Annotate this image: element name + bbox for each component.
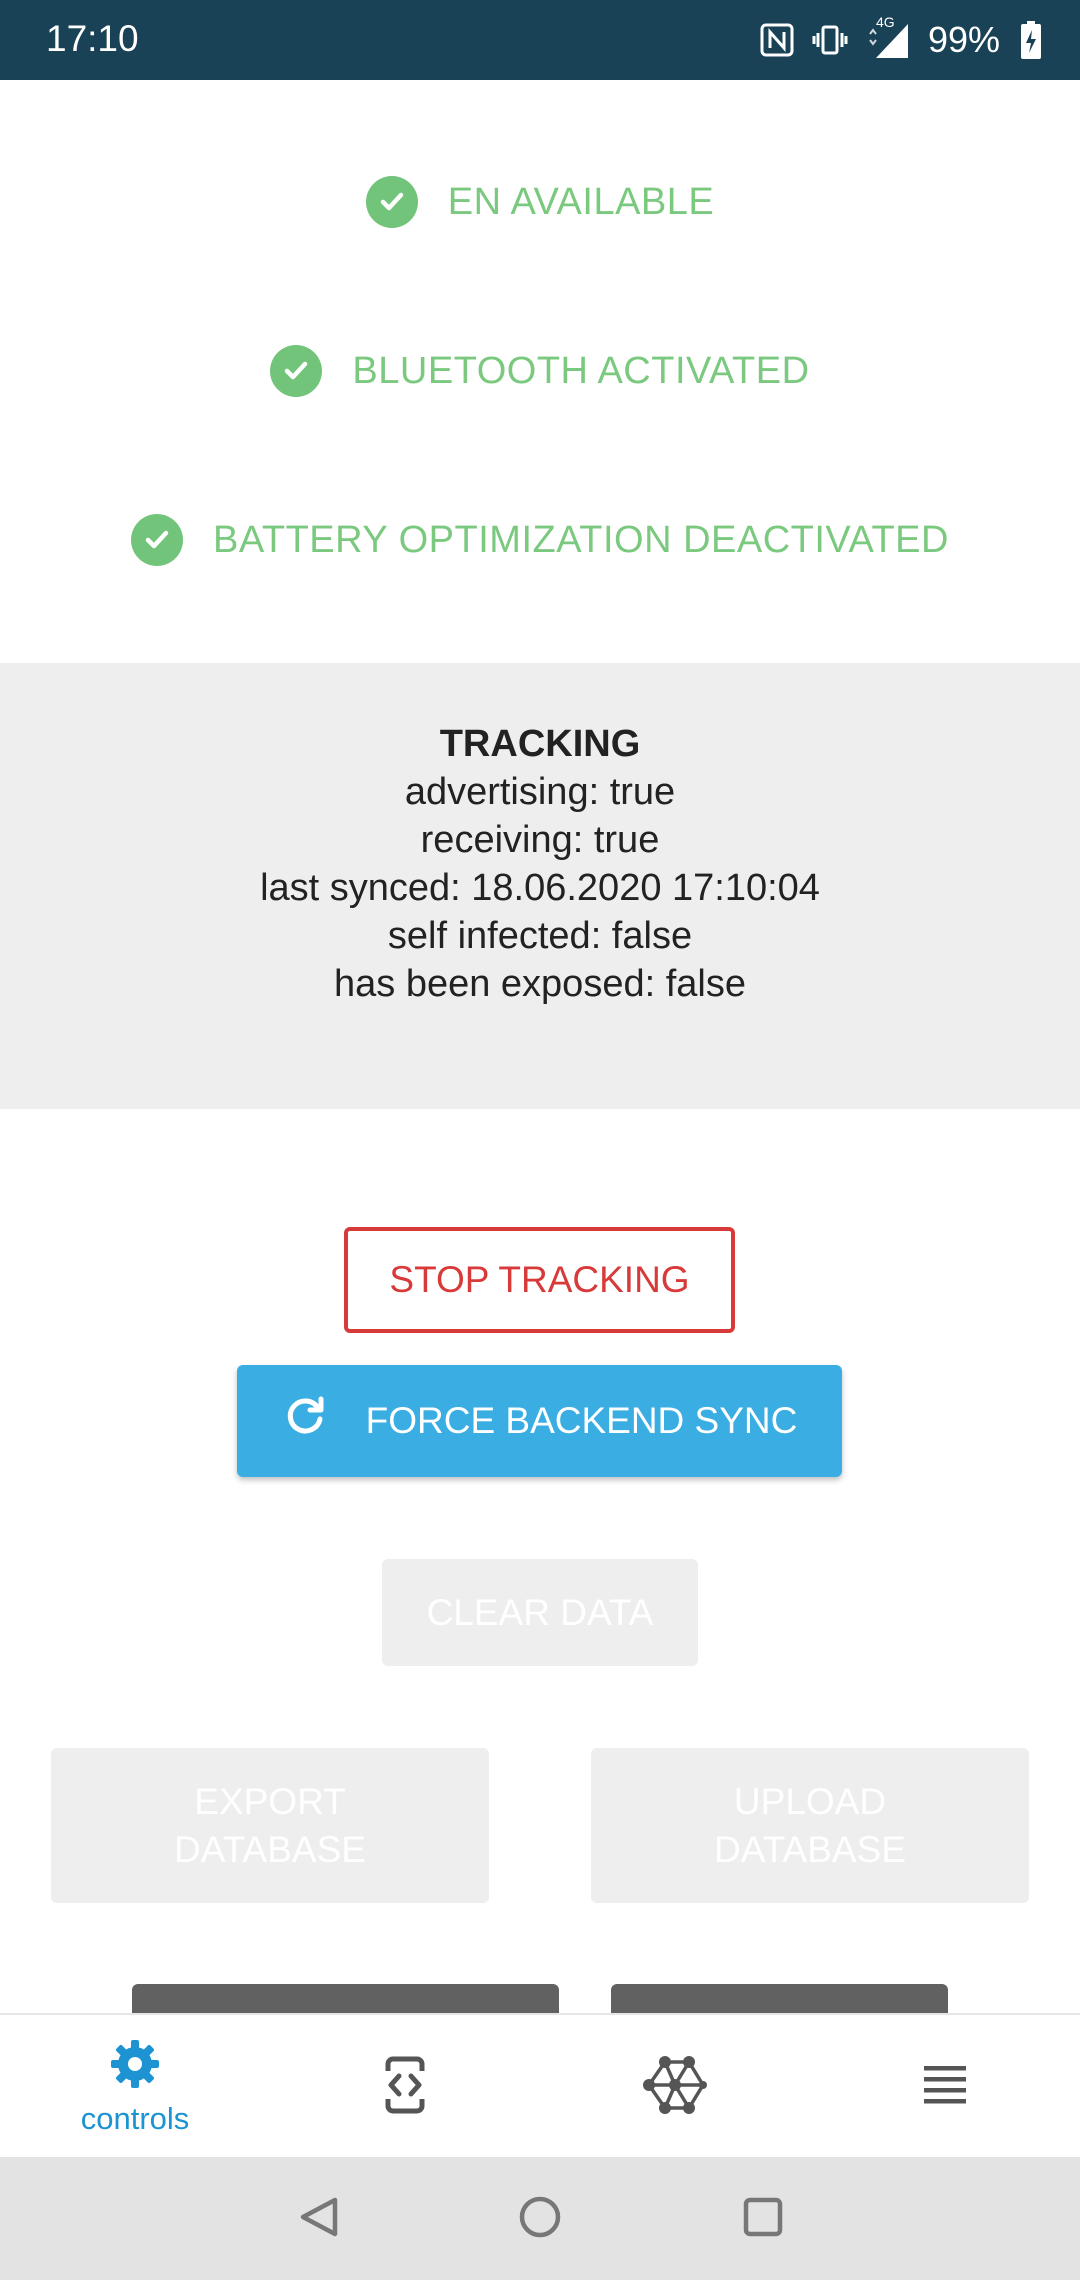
stop-tracking-button[interactable]: STOP TRACKING	[344, 1227, 735, 1333]
receiving-status: receiving: true	[420, 819, 660, 861]
nav-label-controls: controls	[80, 2100, 190, 2136]
code-brackets-icon	[383, 2056, 427, 2119]
export-database-label: EXPORT DATABASE	[174, 1778, 366, 1874]
recents-square-icon	[740, 2194, 786, 2245]
stop-tracking-label: STOP TRACKING	[389, 1259, 690, 1300]
nav-item-code[interactable]	[270, 2015, 540, 2159]
gear-icon	[109, 2038, 161, 2095]
back-button[interactable]	[286, 2187, 350, 2251]
home-button[interactable]	[508, 2187, 572, 2251]
back-triangle-icon	[295, 2194, 341, 2245]
checkmark-icon	[365, 176, 418, 228]
partial-button-right[interactable]	[611, 1984, 948, 2014]
home-circle-icon	[517, 2194, 563, 2245]
status-time: 17:10	[46, 18, 139, 59]
check-bluetooth-activated: BLUETOOTH ACTIVATED	[0, 341, 1080, 401]
network-icon	[643, 2055, 707, 2119]
force-backend-sync-button[interactable]: FORCE BACKEND SYNC	[237, 1365, 842, 1477]
exposed-status: has been exposed: false	[334, 963, 746, 1005]
battery-charging-icon	[1020, 20, 1042, 60]
signal-4g-icon: 4G	[866, 14, 910, 60]
vibrate-icon	[812, 22, 848, 58]
upload-database-button[interactable]: UPLOAD DATABASE	[591, 1748, 1029, 1903]
check-label: BLUETOOTH ACTIVATED	[352, 349, 810, 392]
export-label-line2: DATABASE	[174, 1828, 366, 1870]
check-en-available: EN AVAILABLE	[0, 172, 1080, 232]
recents-button[interactable]	[731, 2187, 795, 2251]
clear-data-button[interactable]: CLEAR DATA	[382, 1559, 698, 1666]
network-type-label: 4G	[875, 14, 895, 30]
export-database-button[interactable]: EXPORT DATABASE	[51, 1748, 489, 1903]
tracking-title: TRACKING	[439, 723, 641, 765]
bottom-navigation: controls	[0, 2013, 1080, 2157]
check-battery-optimization: BATTERY OPTIMIZATION DEACTIVATED	[0, 510, 1080, 570]
battery-percentage: 99%	[927, 19, 1000, 60]
refresh-icon	[282, 1394, 328, 1449]
tracking-status-panel: TRACKING advertising: true receiving: tr…	[0, 663, 1080, 1109]
export-label-line1: EXPORT	[194, 1780, 346, 1822]
status-icons: 4G 99%	[760, 14, 1042, 66]
nav-item-controls[interactable]: controls	[0, 2015, 270, 2159]
system-navigation-bar	[0, 2157, 1080, 2280]
nav-item-network[interactable]	[540, 2015, 810, 2159]
advertising-status: advertising: true	[404, 771, 676, 813]
upload-label-line1: UPLOAD	[733, 1780, 887, 1822]
force-sync-label: FORCE BACKEND SYNC	[365, 1400, 798, 1441]
self-infected-status: self infected: false	[387, 915, 693, 957]
clear-data-label: CLEAR DATA	[426, 1591, 654, 1633]
check-label: EN AVAILABLE	[447, 180, 715, 223]
partial-button-left[interactable]	[132, 1984, 559, 2014]
checkmark-icon	[270, 345, 323, 397]
nfc-icon	[760, 23, 794, 57]
status-bar: 17:10 4G 99%	[0, 0, 1080, 80]
check-label: BATTERY OPTIMIZATION DEACTIVATED	[213, 518, 949, 561]
nav-item-list[interactable]	[810, 2015, 1080, 2159]
list-icon	[924, 2065, 966, 2109]
checkmark-icon	[131, 514, 184, 566]
last-synced: last synced: 18.06.2020 17:10:04	[260, 867, 820, 909]
upload-database-label: UPLOAD DATABASE	[714, 1778, 906, 1874]
upload-label-line2: DATABASE	[714, 1828, 906, 1870]
